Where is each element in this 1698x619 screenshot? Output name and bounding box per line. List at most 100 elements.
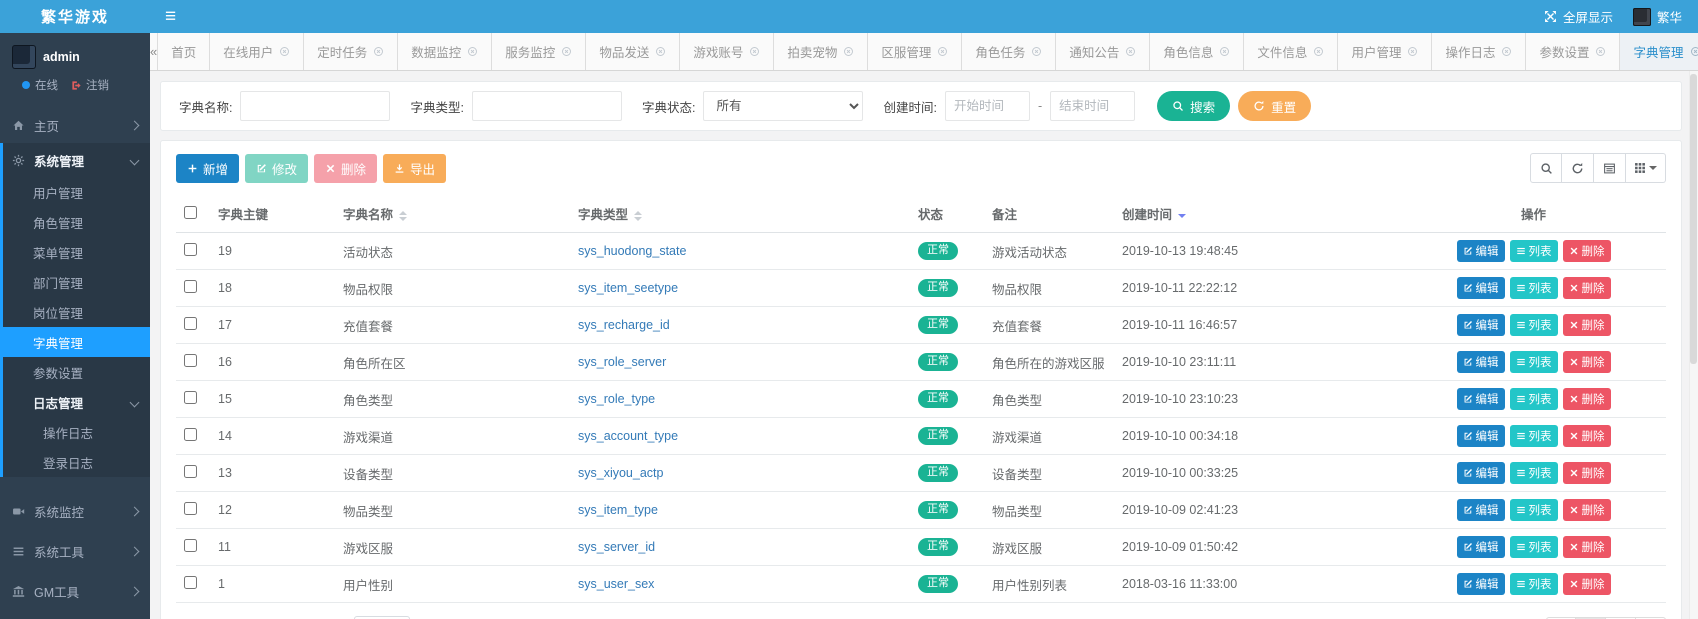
close-icon[interactable] (1125, 46, 1136, 57)
tab-param-settings[interactable]: 参数设置 (1526, 33, 1620, 70)
tabs-scroll-left-button[interactable]: « (150, 33, 158, 70)
close-icon[interactable] (467, 46, 478, 57)
edit-button[interactable]: 编辑 (1457, 388, 1505, 410)
tab-item-send[interactable]: 物品发送 (586, 33, 680, 70)
edit-button[interactable]: 编辑 (1457, 573, 1505, 595)
edit-button[interactable]: 编辑 (1457, 462, 1505, 484)
close-icon[interactable] (561, 46, 572, 57)
sidebar-item-menu-manage[interactable]: 菜单管理 (3, 237, 150, 267)
close-icon[interactable] (1031, 46, 1042, 57)
add-button[interactable]: 新增 (176, 154, 239, 183)
tab-online-users[interactable]: 在线用户 (210, 33, 304, 70)
edit-button[interactable]: 编辑 (1457, 536, 1505, 558)
sidebar-item-user-manage[interactable]: 用户管理 (3, 177, 150, 207)
tab-role-tasks[interactable]: 角色任务 (962, 33, 1056, 70)
sidebar-item-post-manage[interactable]: 岗位管理 (3, 297, 150, 327)
row-checkbox[interactable] (184, 243, 197, 256)
row-checkbox[interactable] (184, 317, 197, 330)
table-detail-view-button[interactable] (1594, 153, 1626, 183)
sidebar-item-home[interactable]: 主页 (0, 107, 150, 143)
sidebar-toggle-icon[interactable]: ≡ (165, 7, 176, 26)
edit-button[interactable]: 编辑 (1457, 240, 1505, 262)
delete-button[interactable]: 删除 (1563, 425, 1611, 447)
delete-button[interactable]: 删除 (1563, 314, 1611, 336)
row-checkbox[interactable] (184, 539, 197, 552)
sidebar-group-logs-header[interactable]: 日志管理 (3, 387, 150, 417)
dict-type-link[interactable]: sys_server_id (578, 540, 655, 554)
edit-button[interactable]: 编辑 (1457, 425, 1505, 447)
sidebar-item-gm-tools[interactable]: GM工具 (0, 571, 150, 611)
close-icon[interactable] (1690, 46, 1698, 57)
dict-type-link[interactable]: sys_xiyou_actp (578, 466, 663, 480)
tab-oper-log[interactable]: 操作日志 (1432, 33, 1526, 70)
list-button[interactable]: 列表 (1510, 425, 1558, 447)
dict-type-link[interactable]: sys_huodong_state (578, 244, 686, 258)
tab-server-manage[interactable]: 区服管理 (868, 33, 962, 70)
list-button[interactable]: 列表 (1510, 277, 1558, 299)
dict-type-link[interactable]: sys_role_server (578, 355, 666, 369)
sidebar-item-oper-log[interactable]: 操作日志 (3, 417, 150, 447)
tab-file-info[interactable]: 文件信息 (1244, 33, 1338, 70)
dict-type-link[interactable]: sys_user_sex (578, 577, 654, 591)
avatar[interactable] (12, 45, 36, 69)
edit-button[interactable]: 编辑 (1457, 277, 1505, 299)
row-checkbox[interactable] (184, 428, 197, 441)
tab-user-manage[interactable]: 用户管理 (1338, 33, 1432, 70)
scrollbar[interactable] (1689, 71, 1698, 619)
close-icon[interactable] (373, 46, 384, 57)
tab-dict-manage[interactable]: 字典管理 (1620, 33, 1698, 70)
delete-button[interactable]: 删除 (1563, 462, 1611, 484)
sidebar-item-param-settings[interactable]: 参数设置 (3, 357, 150, 387)
edit-button[interactable]: 编辑 (1457, 351, 1505, 373)
tab-service-monitor[interactable]: 服务监控 (492, 33, 586, 70)
user-menu[interactable]: 繁华 (1633, 7, 1682, 26)
close-icon[interactable] (937, 46, 948, 57)
sidebar-group-system-header[interactable]: 系统管理 (3, 143, 150, 177)
modify-button[interactable]: 修改 (245, 154, 308, 183)
delete-button[interactable]: 删除 (1563, 388, 1611, 410)
table-search-toggle-button[interactable] (1530, 153, 1562, 183)
list-button[interactable]: 列表 (1510, 536, 1558, 558)
search-button[interactable]: 搜索 (1157, 91, 1230, 121)
end-time-input[interactable] (1050, 91, 1135, 121)
reset-button[interactable]: 重置 (1238, 91, 1311, 121)
start-time-input[interactable] (945, 91, 1030, 121)
delete-button[interactable]: 删除 (314, 154, 377, 183)
dict-type-link[interactable]: sys_recharge_id (578, 318, 670, 332)
column-header-name[interactable]: 字典名称 (335, 195, 570, 233)
scrollbar-thumb[interactable] (1690, 74, 1697, 364)
export-button[interactable]: 导出 (383, 154, 446, 183)
delete-button[interactable]: 删除 (1563, 536, 1611, 558)
list-button[interactable]: 列表 (1510, 240, 1558, 262)
dict-status-select[interactable]: 所有 (703, 91, 863, 121)
close-icon[interactable] (1595, 46, 1606, 57)
column-header-type[interactable]: 字典类型 (570, 195, 910, 233)
list-button[interactable]: 列表 (1510, 314, 1558, 336)
list-button[interactable]: 列表 (1510, 573, 1558, 595)
sidebar-item-dict-manage[interactable]: 字典管理 (0, 327, 150, 357)
row-checkbox[interactable] (184, 465, 197, 478)
table-refresh-button[interactable] (1562, 153, 1594, 183)
tab-game-account[interactable]: 游戏账号 (680, 33, 774, 70)
row-checkbox[interactable] (184, 354, 197, 367)
tab-auction-pets[interactable]: 拍卖宠物 (774, 33, 868, 70)
row-checkbox[interactable] (184, 576, 197, 589)
dict-type-link[interactable]: sys_account_type (578, 429, 678, 443)
dict-type-link[interactable]: sys_role_type (578, 392, 655, 406)
tab-scheduled-tasks[interactable]: 定时任务 (304, 33, 398, 70)
close-icon[interactable] (1219, 46, 1230, 57)
tab-home[interactable]: 首页 (158, 33, 210, 70)
tab-notice[interactable]: 通知公告 (1056, 33, 1150, 70)
dict-type-link[interactable]: sys_item_type (578, 503, 658, 517)
tab-role-info[interactable]: 角色信息 (1150, 33, 1244, 70)
list-button[interactable]: 列表 (1510, 388, 1558, 410)
tab-data-monitor[interactable]: 数据监控 (398, 33, 492, 70)
dict-type-link[interactable]: sys_item_seetype (578, 281, 678, 295)
close-icon[interactable] (1407, 46, 1418, 57)
sidebar-item-login-log[interactable]: 登录日志 (3, 447, 150, 477)
table-columns-button[interactable] (1626, 153, 1666, 183)
delete-button[interactable]: 删除 (1563, 351, 1611, 373)
select-all-checkbox[interactable] (184, 206, 197, 219)
column-header-created[interactable]: 创建时间 (1114, 195, 1401, 233)
row-checkbox[interactable] (184, 391, 197, 404)
